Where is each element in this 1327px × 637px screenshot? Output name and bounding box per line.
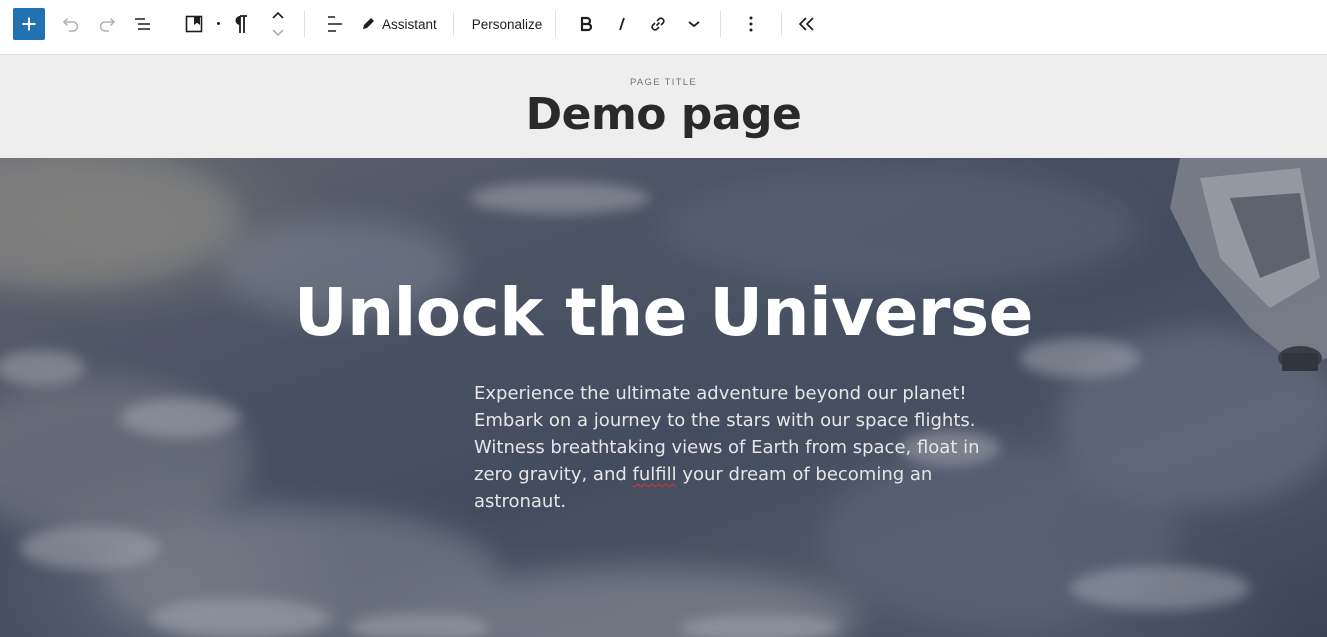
list-view-icon [135, 18, 150, 30]
plus-icon [22, 17, 36, 31]
page-title[interactable]: Demo page [0, 89, 1327, 140]
personalize-button[interactable]: Personalize [466, 8, 548, 40]
paragraph-icon [235, 15, 247, 33]
undo-button[interactable] [56, 8, 86, 40]
undo-icon [62, 17, 79, 32]
personalize-label: Personalize [471, 16, 543, 32]
block-type-button[interactable] [179, 8, 209, 40]
align-button[interactable] [320, 8, 350, 40]
assistant-label: Assistant [382, 16, 437, 32]
more-vertical-icon [749, 16, 753, 32]
hero-heading[interactable]: Unlock the Universe [0, 274, 1327, 351]
move-up-icon[interactable] [271, 11, 285, 21]
chevrons-left-icon [798, 17, 814, 31]
page-title-area: PAGE TITLE Demo page [0, 55, 1327, 158]
hero-paragraph[interactable]: Experience the ultimate adventure beyond… [474, 380, 994, 515]
block-options-button[interactable] [736, 8, 766, 40]
assistant-button[interactable]: Assistant [360, 8, 444, 40]
chevron-down-icon [688, 21, 700, 28]
toolbar-divider [781, 11, 782, 37]
page-title-label: PAGE TITLE [629, 77, 698, 88]
redo-button[interactable] [92, 8, 122, 40]
spellcheck-misspelled-word[interactable]: fulfill [633, 464, 677, 485]
italic-icon [619, 17, 625, 31]
align-left-icon [328, 16, 342, 32]
bold-button[interactable] [571, 8, 601, 40]
more-formatting-button[interactable] [679, 8, 709, 40]
toolbar-divider [453, 11, 454, 37]
toolbar-divider [720, 11, 721, 37]
link-button[interactable] [643, 8, 673, 40]
move-block-control[interactable] [264, 6, 292, 42]
link-icon [651, 17, 665, 31]
list-view-button[interactable] [128, 8, 158, 40]
toolbar-divider [304, 11, 305, 37]
italic-button[interactable] [607, 8, 637, 40]
separator-dot [217, 22, 220, 25]
add-block-button[interactable] [13, 8, 45, 40]
bookmark-icon [185, 15, 203, 33]
bold-icon [580, 16, 593, 32]
cover-block[interactable]: Unlock the Universe Experience the ultim… [0, 158, 1327, 637]
paragraph-button[interactable] [226, 8, 256, 40]
toolbar-divider [555, 11, 556, 37]
collapse-toolbar-button[interactable] [792, 8, 822, 40]
move-down-icon[interactable] [271, 27, 285, 37]
pencil-icon [363, 18, 374, 29]
redo-icon [99, 17, 116, 32]
editor-toolbar: Assistant Personalize [0, 0, 1327, 55]
